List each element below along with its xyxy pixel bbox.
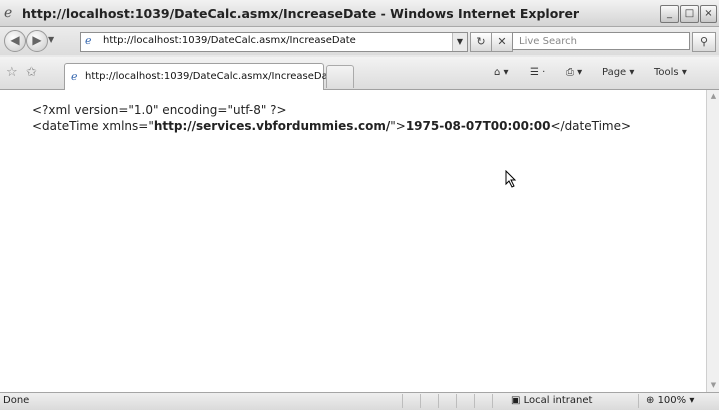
address-bar[interactable]: ℯ http://localhost:1039/DateCalc.asmx/In… bbox=[80, 32, 468, 52]
status-divider bbox=[638, 394, 639, 408]
home-icon[interactable]: ⌂ ▾ bbox=[494, 67, 509, 78]
xml-document: <?xml version="1.0" encoding="utf-8" ?> … bbox=[32, 102, 631, 134]
scroll-down-icon[interactable]: ▼ bbox=[707, 379, 719, 392]
mouse-cursor-icon bbox=[505, 170, 517, 188]
tools-menu[interactable]: Tools ▾ bbox=[654, 67, 687, 78]
xml-element: <dateTime xmlns="http://services.vbfordu… bbox=[32, 118, 631, 134]
xml-open-tag: <dateTime xmlns=" bbox=[32, 119, 154, 133]
status-divider bbox=[456, 394, 457, 408]
security-zone[interactable]: ▣ Local intranet bbox=[511, 395, 592, 406]
status-divider bbox=[420, 394, 421, 408]
maximize-button[interactable]: □ bbox=[680, 5, 699, 23]
address-dropdown-icon[interactable]: ▼ bbox=[452, 33, 467, 51]
scroll-up-icon[interactable]: ▲ bbox=[707, 90, 719, 103]
xml-open-tag-end: "> bbox=[390, 119, 406, 133]
tab-page-icon: ℯ bbox=[71, 70, 78, 83]
search-icon[interactable]: ⚲ bbox=[692, 32, 716, 52]
recent-pages-dropdown[interactable]: ▼ bbox=[48, 35, 54, 44]
xml-close-tag: </dateTime> bbox=[550, 119, 632, 133]
minimize-button[interactable]: _ bbox=[660, 5, 679, 23]
new-tab-button[interactable] bbox=[326, 65, 354, 88]
tab-current[interactable]: ℯ http://localhost:1039/DateCalc.asmx/In… bbox=[64, 63, 338, 90]
zoom-icon: ⊕ bbox=[646, 395, 658, 406]
vertical-scrollbar[interactable]: ▲ ▼ bbox=[706, 90, 719, 392]
zone-label: Local intranet bbox=[523, 395, 593, 406]
tab-label: http://localhost:1039/DateCalc.asmx/Incr… bbox=[85, 71, 338, 82]
title-bar: ℯ http://localhost:1039/DateCalc.asmx/In… bbox=[0, 0, 719, 27]
add-favorites-icon[interactable]: ✩ bbox=[26, 65, 37, 80]
status-divider bbox=[474, 394, 475, 408]
stop-button[interactable]: ✕ bbox=[491, 32, 513, 52]
print-icon[interactable]: ⎙ ▾ bbox=[566, 67, 582, 78]
status-divider bbox=[402, 394, 403, 408]
address-url[interactable]: http://localhost:1039/DateCalc.asmx/Incr… bbox=[103, 35, 356, 46]
xml-date-value: 1975-08-07T00:00:00 bbox=[405, 119, 551, 133]
back-button[interactable]: ◀ bbox=[4, 30, 26, 52]
ie-window: ℯ http://localhost:1039/DateCalc.asmx/In… bbox=[0, 0, 719, 410]
status-bar: Done ▣ Local intranet ⊕ 100% ▾ bbox=[0, 392, 719, 410]
zoom-control[interactable]: ⊕ 100% ▾ bbox=[646, 395, 694, 406]
window-title: http://localhost:1039/DateCalc.asmx/Incr… bbox=[22, 6, 580, 21]
refresh-button[interactable]: ↻ bbox=[470, 32, 492, 52]
page-menu[interactable]: Page ▾ bbox=[602, 67, 634, 78]
xml-declaration: <?xml version="1.0" encoding="utf-8" ?> bbox=[32, 103, 287, 117]
ie-logo-icon: ℯ bbox=[4, 5, 13, 21]
intranet-icon: ▣ bbox=[511, 395, 524, 406]
favorites-star-icon[interactable]: ☆ bbox=[6, 65, 18, 80]
status-text: Done bbox=[3, 395, 30, 406]
xml-namespace: http://services.vbfordummies.com/ bbox=[153, 119, 391, 133]
page-content: <?xml version="1.0" encoding="utf-8" ?> … bbox=[0, 90, 706, 392]
page-icon: ℯ bbox=[85, 34, 92, 47]
status-divider bbox=[492, 394, 493, 408]
address-toolbar: ◀ ▶ ▼ ℯ http://localhost:1039/DateCalc.a… bbox=[0, 27, 719, 55]
forward-button[interactable]: ▶ bbox=[26, 30, 48, 52]
close-button[interactable]: × bbox=[700, 5, 717, 23]
status-divider bbox=[438, 394, 439, 408]
tab-toolbar: ☆ ✩ ℯ http://localhost:1039/DateCalc.asm… bbox=[0, 57, 719, 90]
zoom-level: 100% bbox=[657, 395, 687, 406]
search-input[interactable]: Live Search bbox=[512, 32, 690, 50]
feeds-icon[interactable]: ☰ · bbox=[530, 67, 545, 78]
